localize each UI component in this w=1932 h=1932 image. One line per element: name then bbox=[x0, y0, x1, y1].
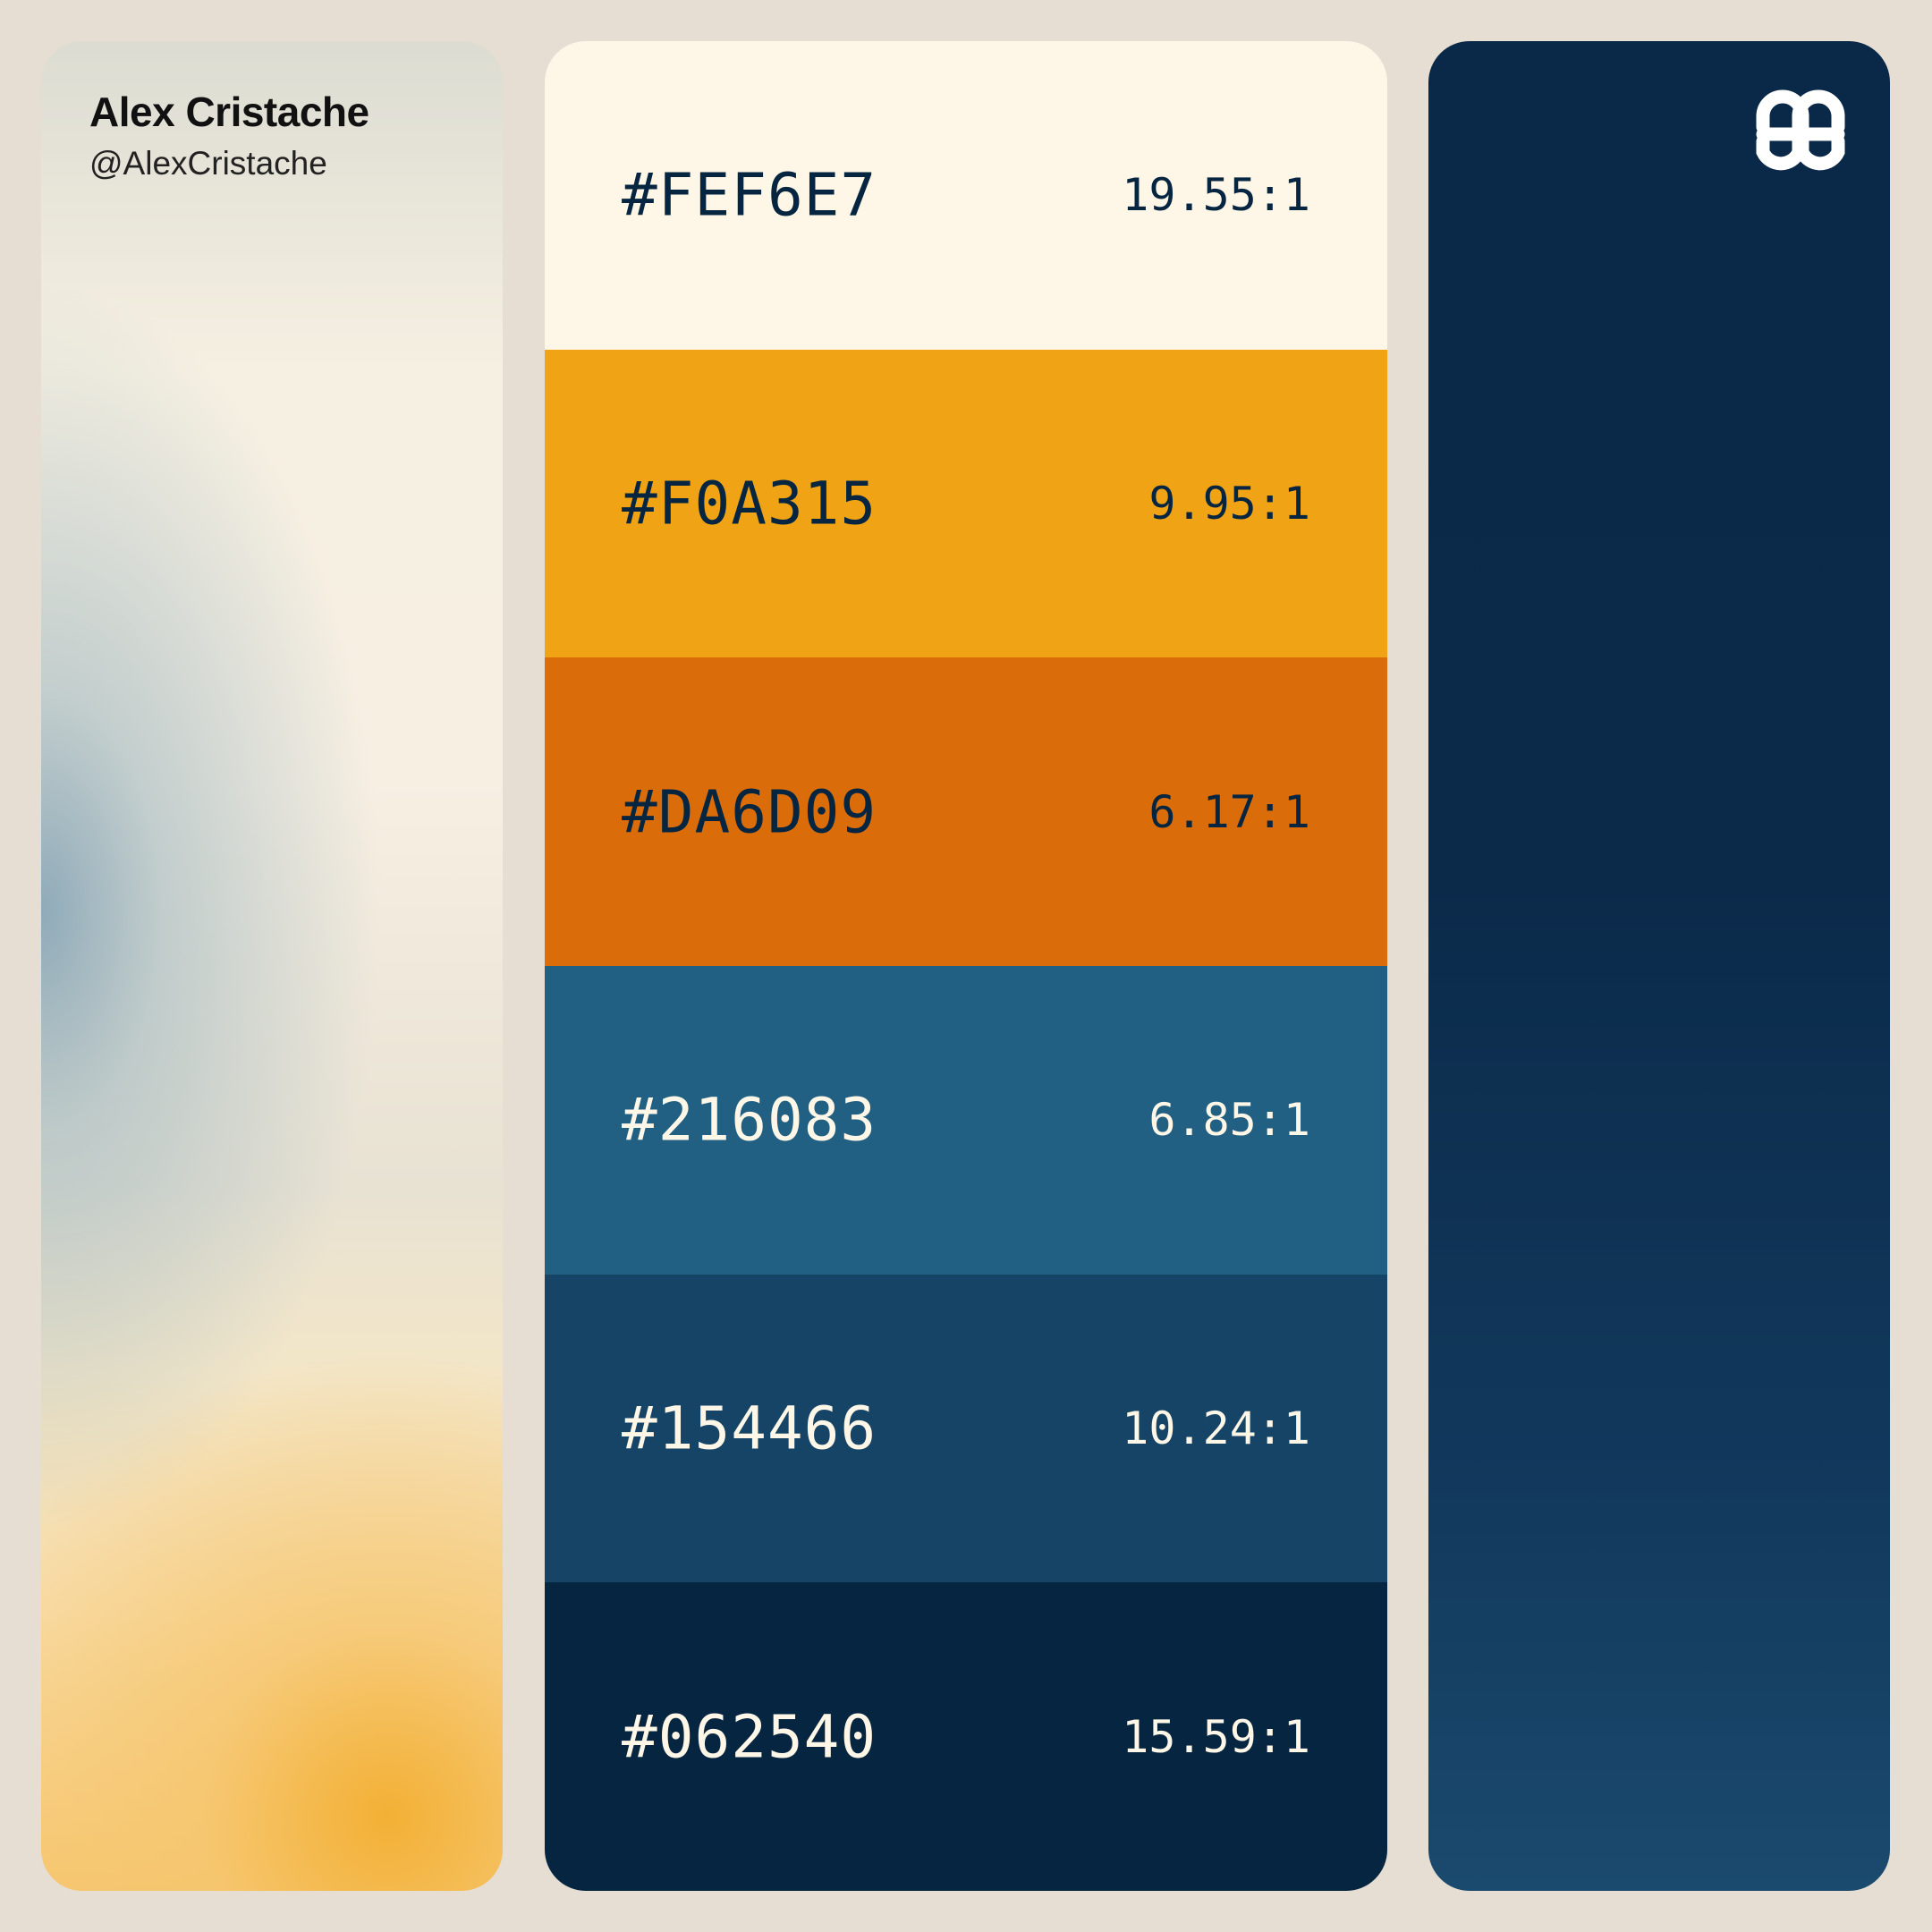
color-swatch[interactable]: #216083 6.85:1 bbox=[545, 966, 1387, 1275]
swatch-contrast-ratio: 19.55:1 bbox=[1122, 169, 1310, 222]
swatch-contrast-ratio: 6.85:1 bbox=[1148, 1094, 1310, 1147]
swatch-contrast-ratio: 15.59:1 bbox=[1122, 1710, 1310, 1763]
swatch-contrast-ratio: 6.17:1 bbox=[1148, 785, 1310, 838]
author-handle: @AlexCristache bbox=[89, 145, 327, 182]
swatch-contrast-ratio: 10.24:1 bbox=[1122, 1402, 1310, 1455]
author-name: Alex Cristache bbox=[89, 89, 369, 135]
author-block: Alex Cristache @AlexCristache bbox=[89, 88, 369, 182]
swatch-contrast-ratio: 9.95:1 bbox=[1148, 478, 1310, 530]
color-swatch[interactable]: #FEF6E7 19.55:1 bbox=[545, 41, 1387, 350]
swatch-hex: #062540 bbox=[622, 1702, 877, 1772]
color-swatch[interactable]: #DA6D09 6.17:1 bbox=[545, 657, 1387, 967]
swatch-hex: #FEF6E7 bbox=[622, 160, 877, 230]
color-swatch[interactable]: #062540 15.59:1 bbox=[545, 1582, 1387, 1891]
gradient-preview-panel: Alex Cristache @AlexCristache bbox=[41, 41, 503, 1891]
color-swatch[interactable]: #154466 10.24:1 bbox=[545, 1274, 1387, 1583]
color-swatch[interactable]: #F0A315 9.95:1 bbox=[545, 349, 1387, 658]
swatch-hex: #154466 bbox=[622, 1394, 877, 1463]
swatch-hex: #F0A315 bbox=[622, 469, 877, 538]
dark-preview-panel bbox=[1428, 41, 1890, 1891]
swatch-hex: #DA6D09 bbox=[622, 777, 877, 847]
swatch-hex: #216083 bbox=[622, 1085, 877, 1155]
palette-panel: #FEF6E7 19.55:1 #F0A315 9.95:1 #DA6D09 6… bbox=[545, 41, 1387, 1891]
brand-logo-icon bbox=[1756, 89, 1845, 171]
